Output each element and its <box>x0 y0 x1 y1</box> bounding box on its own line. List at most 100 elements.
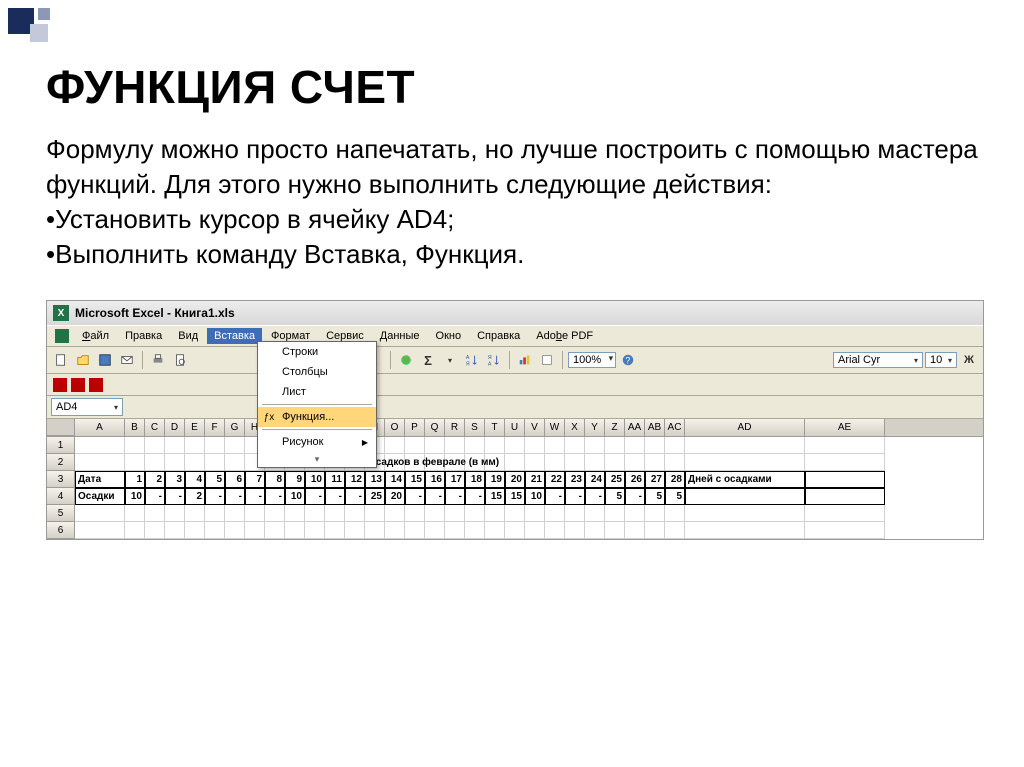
cell-AA3[interactable]: 26 <box>625 471 645 488</box>
cell-G6[interactable] <box>225 522 245 539</box>
cell-S4[interactable]: - <box>465 488 485 505</box>
cell-W2[interactable] <box>545 454 565 471</box>
cell-O1[interactable] <box>385 437 405 454</box>
cell-I3[interactable]: 8 <box>265 471 285 488</box>
cell-H5[interactable] <box>245 505 265 522</box>
cell-D4[interactable]: - <box>165 488 185 505</box>
cell-Z2[interactable] <box>605 454 625 471</box>
autosum-button[interactable]: Σ <box>418 350 438 370</box>
cell-B3[interactable]: 1 <box>125 471 145 488</box>
cell-W4[interactable]: - <box>545 488 565 505</box>
cell-W5[interactable] <box>545 505 565 522</box>
cell-U2[interactable] <box>505 454 525 471</box>
cell-C4[interactable]: - <box>145 488 165 505</box>
cell-E3[interactable]: 4 <box>185 471 205 488</box>
cell-K3[interactable]: 10 <box>305 471 325 488</box>
cell-S6[interactable] <box>465 522 485 539</box>
cell-U1[interactable] <box>505 437 525 454</box>
cell-N5[interactable] <box>365 505 385 522</box>
cell-AD2[interactable] <box>685 454 805 471</box>
row-header-5[interactable]: 5 <box>47 505 75 522</box>
cell-B1[interactable] <box>125 437 145 454</box>
cell-T6[interactable] <box>485 522 505 539</box>
col-header-AD[interactable]: AD <box>685 419 805 436</box>
cell-AB4[interactable]: 5 <box>645 488 665 505</box>
cell-O3[interactable]: 14 <box>385 471 405 488</box>
col-header-X[interactable]: X <box>565 419 585 436</box>
chart-button[interactable] <box>515 350 535 370</box>
cell-W1[interactable] <box>545 437 565 454</box>
col-header-D[interactable]: D <box>165 419 185 436</box>
cell-Y3[interactable]: 24 <box>585 471 605 488</box>
pdf-icon[interactable] <box>71 378 85 392</box>
cell-T5[interactable] <box>485 505 505 522</box>
cell-G4[interactable]: - <box>225 488 245 505</box>
cell-D5[interactable] <box>165 505 185 522</box>
col-header-V[interactable]: V <box>525 419 545 436</box>
preview-button[interactable] <box>170 350 190 370</box>
name-box[interactable]: AD4▾ <box>51 398 123 416</box>
menu-window[interactable]: Окно <box>429 328 469 344</box>
col-header-W[interactable]: W <box>545 419 565 436</box>
cell-A6[interactable] <box>75 522 125 539</box>
drawing-button[interactable] <box>537 350 557 370</box>
cell-Y6[interactable] <box>585 522 605 539</box>
col-header-C[interactable]: C <box>145 419 165 436</box>
cell-V3[interactable]: 21 <box>525 471 545 488</box>
cell-AD6[interactable] <box>685 522 805 539</box>
cell-R6[interactable] <box>445 522 465 539</box>
cell-A4[interactable]: Осадки <box>75 488 125 505</box>
dropdown-sheet[interactable]: Лист <box>258 382 376 402</box>
cell-AC1[interactable] <box>665 437 685 454</box>
cell-Z6[interactable] <box>605 522 625 539</box>
cell-R1[interactable] <box>445 437 465 454</box>
spreadsheet-grid[interactable]: ABCDEFGHIJKLMNOPQRSTUVWXYZAAABACADAE 12и… <box>47 419 983 539</box>
mail-button[interactable] <box>117 350 137 370</box>
cell-V6[interactable] <box>525 522 545 539</box>
cell-E4[interactable]: 2 <box>185 488 205 505</box>
col-header-U[interactable]: U <box>505 419 525 436</box>
cell-AE1[interactable] <box>805 437 885 454</box>
cell-K5[interactable] <box>305 505 325 522</box>
dropdown-function[interactable]: ƒx Функция... <box>258 407 376 427</box>
cell-F3[interactable]: 5 <box>205 471 225 488</box>
cell-Y1[interactable] <box>585 437 605 454</box>
col-header-B[interactable]: B <box>125 419 145 436</box>
cell-R4[interactable]: - <box>445 488 465 505</box>
cell-R5[interactable] <box>445 505 465 522</box>
cell-A3[interactable]: Дата <box>75 471 125 488</box>
cell-Q3[interactable]: 16 <box>425 471 445 488</box>
cell-Q5[interactable] <box>425 505 445 522</box>
cell-F6[interactable] <box>205 522 225 539</box>
col-header-AB[interactable]: AB <box>645 419 665 436</box>
cell-C5[interactable] <box>145 505 165 522</box>
cell-D6[interactable] <box>165 522 185 539</box>
cell-AB5[interactable] <box>645 505 665 522</box>
col-header-P[interactable]: P <box>405 419 425 436</box>
cell-E6[interactable] <box>185 522 205 539</box>
cell-C1[interactable] <box>145 437 165 454</box>
cell-W3[interactable]: 22 <box>545 471 565 488</box>
cell-P6[interactable] <box>405 522 425 539</box>
cell-AE3[interactable] <box>805 471 885 488</box>
cell-AC3[interactable]: 28 <box>665 471 685 488</box>
cell-AD5[interactable] <box>685 505 805 522</box>
cell-X1[interactable] <box>565 437 585 454</box>
pdf-icon[interactable] <box>53 378 67 392</box>
cell-Y4[interactable]: - <box>585 488 605 505</box>
cell-AE5[interactable] <box>805 505 885 522</box>
cell-AA5[interactable] <box>625 505 645 522</box>
cell-M6[interactable] <box>345 522 365 539</box>
cell-G1[interactable] <box>225 437 245 454</box>
cell-B2[interactable] <box>125 454 145 471</box>
cell-G2[interactable] <box>225 454 245 471</box>
cell-D3[interactable]: 3 <box>165 471 185 488</box>
cell-Y5[interactable] <box>585 505 605 522</box>
dropdown-picture[interactable]: Рисунок▶ <box>258 432 376 452</box>
cell-T3[interactable]: 19 <box>485 471 505 488</box>
cell-P4[interactable]: - <box>405 488 425 505</box>
cell-J3[interactable]: 9 <box>285 471 305 488</box>
sort-desc-button[interactable]: ЯA <box>484 350 504 370</box>
cell-Q4[interactable]: - <box>425 488 445 505</box>
cell-J5[interactable] <box>285 505 305 522</box>
